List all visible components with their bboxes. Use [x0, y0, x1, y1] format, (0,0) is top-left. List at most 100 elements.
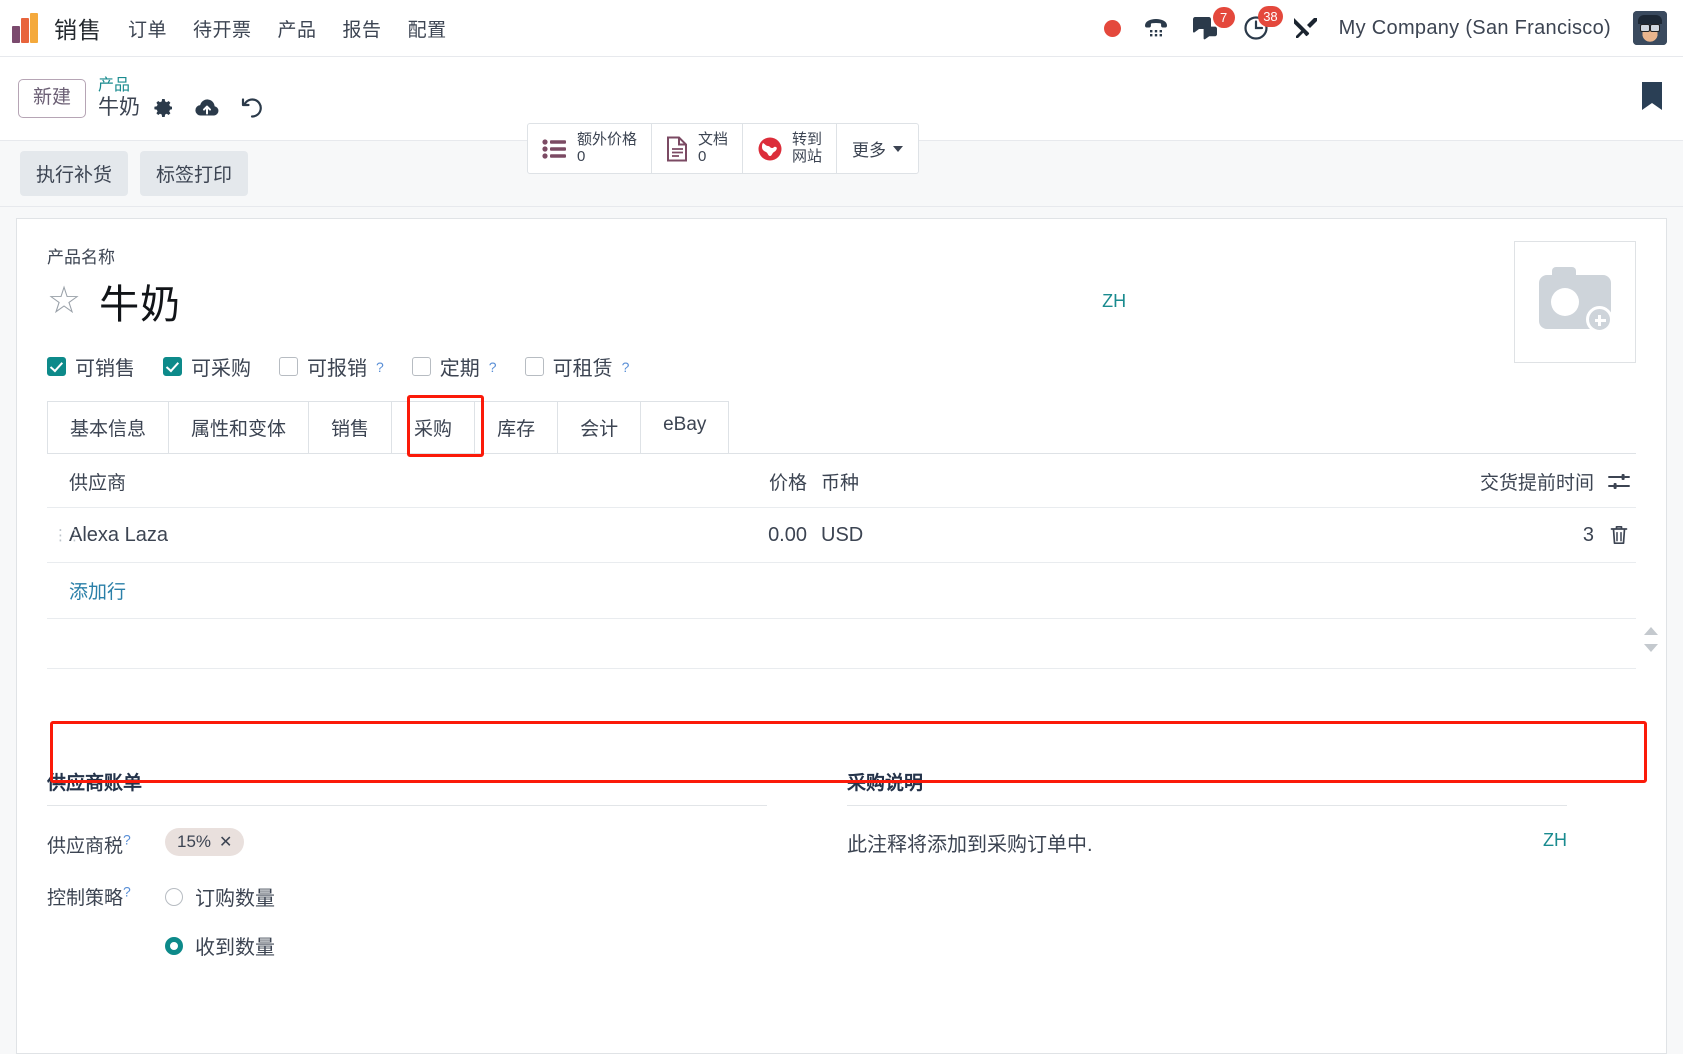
- column-header-price[interactable]: 价格: [747, 468, 807, 495]
- smart-button-extra-prices[interactable]: 额外价格 0: [528, 124, 653, 173]
- help-icon[interactable]: ?: [123, 884, 131, 900]
- tab-sales[interactable]: 销售: [308, 401, 393, 453]
- checkbox-box: [279, 357, 298, 376]
- checkbox-can-be-rented[interactable]: 可租赁 ?: [524, 352, 630, 381]
- cell-price[interactable]: 0.00: [747, 524, 807, 547]
- bookmark-icon[interactable]: [1639, 80, 1665, 117]
- column-header-lead-time[interactable]: 交货提前时间: [927, 468, 1602, 495]
- cell-supplier[interactable]: Alexa Laza: [47, 524, 747, 547]
- translate-tag-name[interactable]: ZH: [1102, 291, 1126, 312]
- tab-general-info[interactable]: 基本信息: [47, 401, 170, 453]
- tab-accounting[interactable]: 会计: [557, 401, 642, 453]
- print-labels-button[interactable]: 标签打印: [140, 151, 249, 196]
- scroll-up-icon[interactable]: [1644, 627, 1658, 635]
- activities-icon[interactable]: 38: [1243, 6, 1283, 41]
- close-icon[interactable]: ✕: [219, 832, 232, 852]
- nav-item-configuration[interactable]: 配置: [408, 15, 447, 42]
- more-dropdown[interactable]: 更多: [837, 124, 918, 173]
- tab-ebay[interactable]: eBay: [640, 401, 730, 453]
- checkbox-can-be-sold[interactable]: 可销售: [47, 352, 135, 381]
- cell-currency[interactable]: USD: [807, 524, 927, 547]
- page-title[interactable]: 牛奶: [99, 272, 181, 330]
- help-icon[interactable]: ?: [489, 359, 497, 375]
- smart-button-value: 网站: [792, 147, 823, 165]
- tag-label: 15%: [177, 832, 212, 851]
- help-icon[interactable]: ?: [123, 832, 131, 848]
- smart-button-go-to-website[interactable]: 转到 网站: [743, 124, 838, 173]
- checkbox-can-be-purchased[interactable]: 可采购: [163, 352, 251, 381]
- camera-add-icon: [1539, 267, 1613, 333]
- tab-attributes[interactable]: 属性和变体: [168, 401, 310, 453]
- table-row[interactable]: ⋮⋮ Alexa Laza 0.00 USD 3: [47, 507, 1636, 563]
- smart-button-documents[interactable]: 文档 0: [652, 124, 744, 173]
- checkbox-box: [47, 357, 66, 376]
- translate-tag-description[interactable]: ZH: [1543, 830, 1567, 851]
- checkbox-label: 可采购: [191, 358, 251, 380]
- tab-purchase[interactable]: 采购: [391, 401, 476, 453]
- add-line-button[interactable]: 添加行: [47, 563, 1636, 618]
- gear-icon[interactable]: [154, 98, 174, 118]
- smart-button-value: 0: [698, 147, 707, 165]
- smart-button-label: 额外价格: [577, 130, 638, 148]
- nav-item-to-invoice[interactable]: 待开票: [193, 15, 252, 42]
- purchase-description-text[interactable]: 此注释将添加到采购订单中.: [847, 828, 1093, 857]
- replenish-button[interactable]: 执行补货: [20, 151, 129, 196]
- record-dot-icon[interactable]: [1103, 19, 1121, 37]
- checkbox-box: [411, 357, 431, 376]
- app-name[interactable]: 销售: [54, 11, 102, 45]
- messages-icon[interactable]: 7: [1191, 7, 1235, 40]
- avatar[interactable]: [1633, 11, 1667, 45]
- cloud-upload-icon[interactable]: [194, 98, 220, 118]
- checkbox-can-be-expensed[interactable]: 可报销 ?: [279, 352, 384, 381]
- document-icon: [667, 136, 688, 161]
- help-icon[interactable]: ?: [376, 359, 384, 375]
- favorite-star-icon[interactable]: ☆: [47, 282, 81, 320]
- drag-handle-icon[interactable]: ⋮⋮: [53, 526, 82, 544]
- tools-icon[interactable]: [1291, 15, 1317, 41]
- breadcrumb: 产品 牛奶: [98, 77, 284, 120]
- activities-badge: 38: [1258, 6, 1283, 27]
- checkbox-box: [524, 357, 544, 376]
- nav-item-products[interactable]: 产品: [278, 15, 317, 42]
- breadcrumb-current: 牛奶: [98, 95, 141, 119]
- new-button[interactable]: 新建: [18, 79, 87, 118]
- help-icon[interactable]: ?: [622, 359, 630, 375]
- discard-icon[interactable]: [240, 97, 264, 119]
- radio-ordered-quantities[interactable]: 订购数量: [165, 882, 275, 911]
- nav-item-orders[interactable]: 订单: [128, 15, 167, 42]
- product-image-placeholder[interactable]: [1514, 241, 1636, 363]
- sliders-icon[interactable]: [1602, 472, 1636, 492]
- radio-group-control-policy: 订购数量 收到数量: [165, 880, 275, 960]
- checkbox-recurring[interactable]: 定期 ?: [411, 352, 497, 381]
- checkbox-label: 定期: [439, 358, 480, 380]
- checkbox-box: [163, 357, 182, 376]
- field-row-vendor-taxes: 供应商税? 15% ✕: [47, 828, 767, 858]
- list-separator-2: [47, 668, 1636, 708]
- tag-vendor-tax[interactable]: 15% ✕: [165, 828, 245, 856]
- cell-lead-time[interactable]: 3: [927, 524, 1602, 547]
- scroll-arrows: [1644, 627, 1658, 652]
- column-header-supplier[interactable]: 供应商: [47, 468, 747, 495]
- label-control-policy: 控制策略?: [47, 880, 165, 910]
- column-header-currency[interactable]: 币种: [807, 468, 927, 495]
- odoo-logo-icon[interactable]: [12, 13, 42, 43]
- nav-menu: 订单 待开票 产品 报告 配置: [128, 15, 447, 42]
- purchase-tab-groups: 供应商账单 供应商税? 15% ✕ 控制策略? 订购数量 收到数量 采购说明 此…: [47, 768, 1636, 960]
- company-name[interactable]: My Company (San Francisco): [1339, 17, 1611, 40]
- product-flags: 可销售 可采购 可报销 ? 定期 ? 可租赁 ?: [47, 352, 1636, 381]
- tab-inventory[interactable]: 库存: [474, 401, 559, 453]
- label-vendor-taxes-text: 供应商税: [47, 836, 124, 857]
- radio-received-quantities[interactable]: 收到数量: [165, 931, 275, 960]
- messages-badge: 7: [1212, 7, 1235, 28]
- radio-label: 收到数量: [195, 937, 275, 959]
- nav-item-reporting[interactable]: 报告: [343, 15, 382, 42]
- smart-buttons: 额外价格 0 文档 0 转到 网站 更多: [527, 123, 920, 174]
- breadcrumb-parent[interactable]: 产品: [98, 77, 284, 95]
- checkbox-label: 可报销: [307, 358, 367, 380]
- phone-icon[interactable]: [1143, 17, 1169, 39]
- smart-button-label: 转到: [792, 130, 823, 148]
- list-icon: [542, 138, 566, 159]
- trash-icon[interactable]: [1602, 524, 1636, 546]
- checkbox-label: 可销售: [75, 358, 135, 380]
- scroll-down-icon[interactable]: [1644, 644, 1658, 652]
